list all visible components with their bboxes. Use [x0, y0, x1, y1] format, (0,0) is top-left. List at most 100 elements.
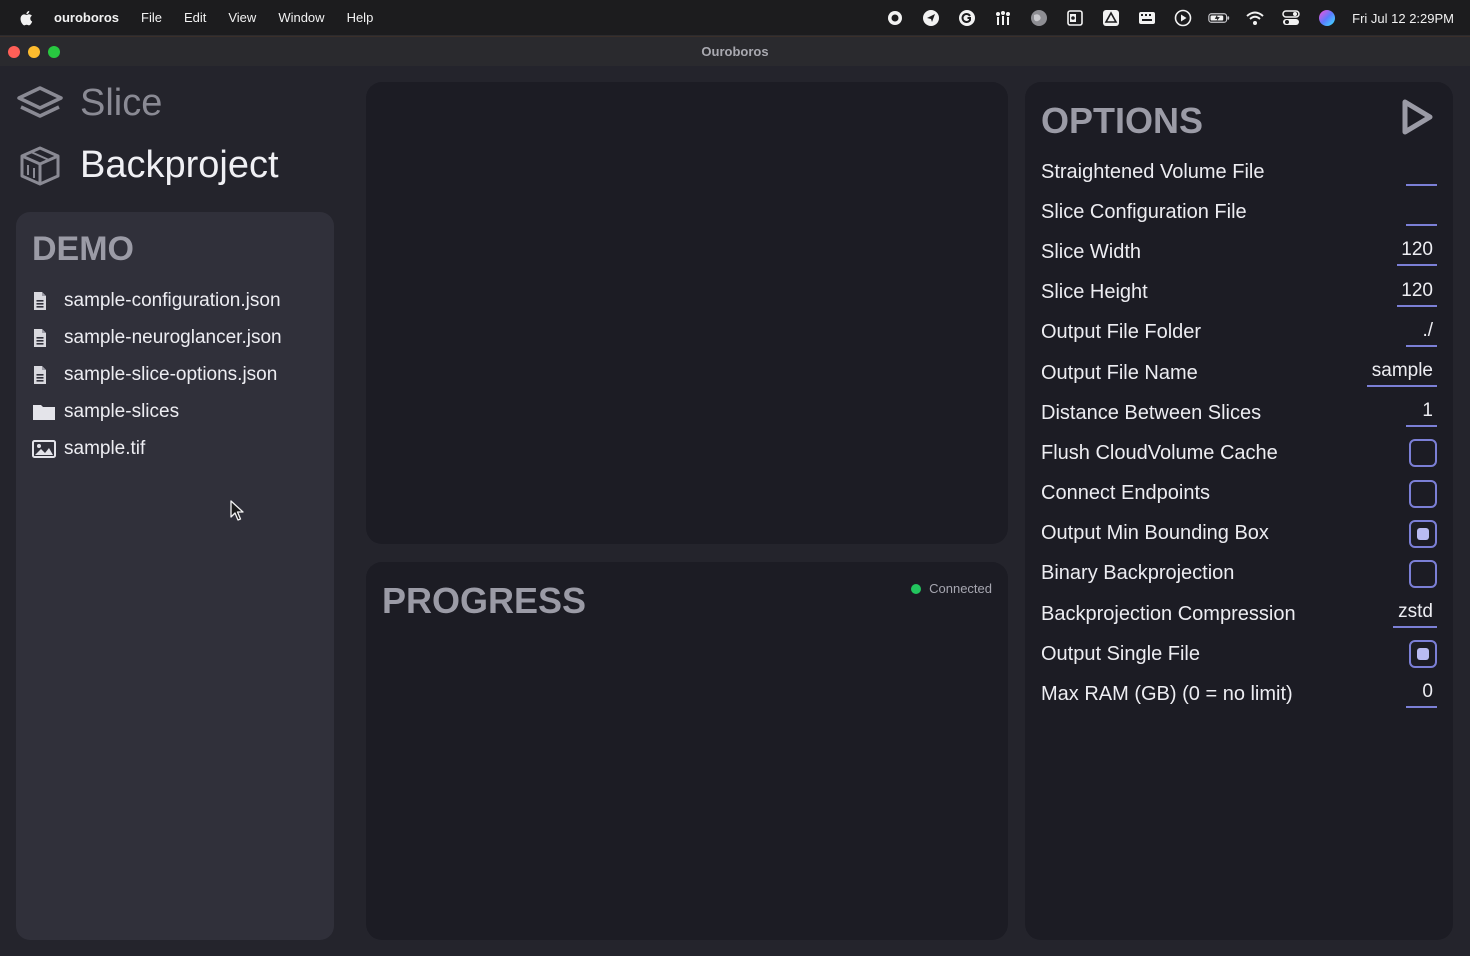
output-file-name-input[interactable] — [1367, 356, 1437, 387]
output-single-file-checkbox[interactable] — [1409, 640, 1437, 669]
option-row-binary-backprojection: Binary Backprojection — [1041, 554, 1437, 594]
option-label: Straightened Volume File — [1041, 160, 1265, 183]
option-row-slice-width: Slice Width — [1041, 232, 1437, 272]
slice-width-input[interactable] — [1397, 236, 1437, 267]
option-row-slice-configuration-file: Slice Configuration File — [1041, 192, 1437, 232]
demo-panel: DEMO sample-configuration.json sample-ne… — [16, 212, 334, 940]
connect-endpoints-checkbox[interactable] — [1409, 479, 1437, 508]
flush-cloudvolume-cache-checkbox[interactable] — [1409, 439, 1437, 468]
max-ram-input[interactable] — [1406, 678, 1437, 709]
send-icon[interactable] — [920, 7, 942, 29]
app-body: Slice Backproject DEMO sample-configurat… — [0, 66, 1470, 956]
document-icon — [32, 364, 58, 386]
layers-icon — [17, 85, 63, 118]
file-item-label: sample-configuration.json — [64, 289, 281, 311]
menu-clock[interactable]: Fri Jul 12 2:29PM — [1352, 11, 1454, 26]
connection-status: Connected — [911, 581, 992, 596]
file-item-label: sample-slice-options.json — [64, 363, 278, 385]
folder-icon — [32, 401, 58, 423]
file-item[interactable]: sample-slices — [32, 393, 282, 430]
option-row-output-file-folder: Output File Folder — [1041, 313, 1437, 353]
checkmark-icon — [1417, 527, 1429, 540]
cube-icon — [20, 146, 60, 185]
option-label: Slice Height — [1041, 281, 1148, 304]
distance-between-slices-input[interactable] — [1406, 397, 1437, 428]
mouse-cursor-icon — [230, 500, 244, 521]
wifi-icon[interactable] — [1244, 7, 1266, 29]
drive-icon[interactable] — [1100, 7, 1122, 29]
run-play-icon[interactable] — [1399, 98, 1435, 136]
option-label: Slice Configuration File — [1041, 200, 1247, 223]
menu-window[interactable]: Window — [278, 10, 324, 25]
nav-backproject[interactable]: Backproject — [16, 144, 279, 187]
option-row-straightened-volume-file: Straightened Volume File — [1041, 152, 1437, 192]
checkmark-icon — [1417, 648, 1429, 661]
connection-status-label: Connected — [929, 581, 992, 596]
file-item[interactable]: sample-slice-options.json — [32, 356, 282, 393]
status-tray: Fri Jul 12 2:29PM — [870, 0, 1470, 36]
option-label: Output Min Bounding Box — [1041, 522, 1269, 545]
nav-slice[interactable]: Slice — [16, 82, 162, 125]
output-file-folder-input[interactable] — [1406, 316, 1437, 347]
keyboard-icon[interactable] — [1136, 7, 1158, 29]
option-row-max-ram: Max RAM (GB) (0 = no limit) — [1041, 674, 1437, 714]
file-item[interactable]: sample.tif — [32, 430, 282, 467]
window-titlebar: Ouroboros — [0, 36, 1470, 66]
record-icon[interactable] — [884, 7, 906, 29]
grammarly-icon[interactable] — [956, 7, 978, 29]
menu-app-name[interactable]: ouroboros — [54, 10, 119, 25]
main-area: PROGRESS Connected OPTIONS Straightened … — [350, 66, 1470, 956]
menu-help[interactable]: Help — [347, 10, 374, 25]
globe-icon[interactable] — [1028, 7, 1050, 29]
nav-slice-label: Slice — [80, 82, 163, 124]
file-list: sample-configuration.json sample-neurogl… — [32, 282, 282, 467]
option-label: Max RAM (GB) (0 = no limit) — [1041, 683, 1293, 706]
option-row-connect-endpoints: Connect Endpoints — [1041, 474, 1437, 514]
straightened-volume-file-input[interactable] — [1406, 156, 1437, 186]
option-row-distance-between-slices: Distance Between Slices — [1041, 393, 1437, 433]
options-title: OPTIONS — [1041, 100, 1204, 141]
battery-icon[interactable] — [1208, 7, 1230, 29]
menu-file[interactable]: File — [141, 10, 162, 25]
option-row-flush-cloudvolume-cache: Flush CloudVolume Cache — [1041, 433, 1437, 473]
siri-icon[interactable] — [1316, 7, 1338, 29]
option-label: Output File Folder — [1041, 321, 1202, 344]
viewer-panel[interactable] — [366, 82, 1008, 544]
file-item-label: sample-slices — [64, 400, 180, 422]
document-icon — [32, 290, 58, 312]
option-label: Binary Backprojection — [1041, 562, 1235, 585]
option-label: Backprojection Compression — [1041, 602, 1296, 625]
slice-configuration-file-input[interactable] — [1406, 196, 1437, 227]
network-people-icon[interactable] — [992, 7, 1014, 29]
window-close-button[interactable] — [8, 46, 20, 58]
output-min-bounding-box-checkbox[interactable] — [1409, 519, 1437, 548]
menu-view[interactable]: View — [228, 10, 256, 25]
sidebar: Slice Backproject DEMO sample-configurat… — [0, 66, 350, 956]
option-row-backprojection-compression: Backprojection Compression — [1041, 594, 1437, 634]
file-item[interactable]: sample-neuroglancer.json — [32, 319, 282, 356]
option-row-output-single-file: Output Single File — [1041, 634, 1437, 674]
control-center-icon[interactable] — [1280, 7, 1302, 29]
file-item[interactable]: sample-configuration.json — [32, 282, 282, 319]
play-circle-icon[interactable] — [1172, 7, 1194, 29]
option-label: Output Single File — [1041, 642, 1200, 665]
menu-edit[interactable]: Edit — [184, 10, 206, 25]
option-label: Slice Width — [1041, 240, 1142, 263]
binary-backprojection-checkbox[interactable] — [1409, 559, 1437, 588]
outlook-icon[interactable] — [1064, 7, 1086, 29]
document-icon — [32, 327, 58, 349]
file-item-label: sample-neuroglancer.json — [64, 326, 282, 348]
nav-backproject-label: Backproject — [80, 144, 279, 186]
option-label: Connect Endpoints — [1041, 482, 1211, 505]
option-row-output-file-name: Output File Name — [1041, 353, 1437, 393]
option-rows: Straightened Volume File Slice Configura… — [1041, 152, 1437, 715]
window-title: Ouroboros — [701, 44, 769, 59]
slice-height-input[interactable] — [1397, 276, 1437, 307]
window-maximize-button[interactable] — [48, 46, 60, 58]
apple-icon[interactable] — [18, 9, 36, 27]
backprojection-compression-input[interactable] — [1393, 598, 1437, 629]
option-label: Output File Name — [1041, 361, 1198, 384]
progress-panel: PROGRESS Connected — [366, 562, 1008, 940]
window-minimize-button[interactable] — [28, 46, 40, 58]
demo-title: DEMO — [32, 230, 134, 268]
